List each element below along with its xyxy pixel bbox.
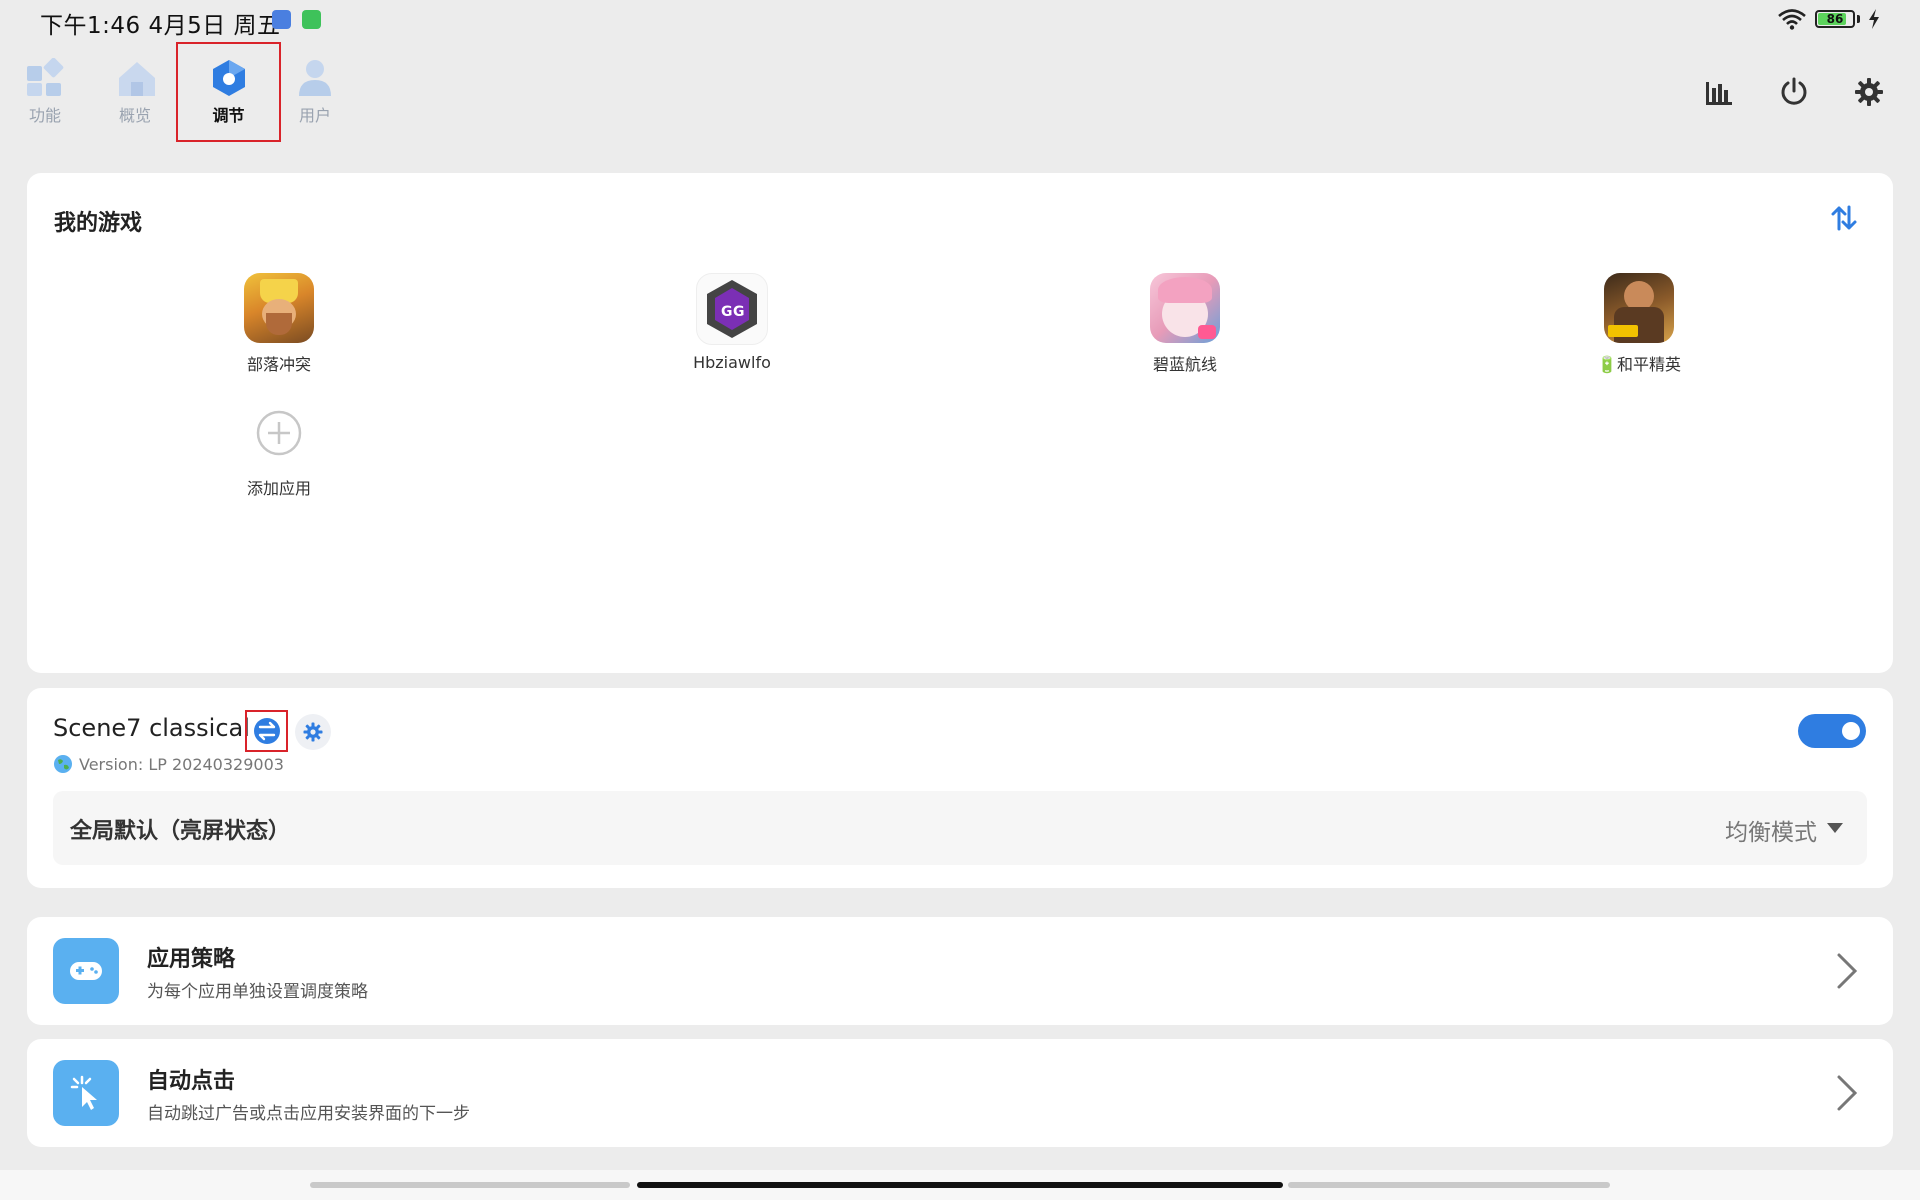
game-item[interactable]: G G Hbziawlfo (632, 273, 832, 372)
add-circle-icon (256, 410, 302, 456)
switch-config-button[interactable] (245, 710, 288, 752)
game-label: 碧蓝航线 (1152, 355, 1217, 374)
globe-icon (54, 755, 72, 773)
game-item[interactable]: 🔋和平精英 (1539, 273, 1739, 375)
bolt-icon (1869, 9, 1879, 29)
bar-chart-icon (1706, 82, 1732, 105)
caret-down-icon (1827, 823, 1843, 833)
game-item[interactable]: 部落冲突 (179, 273, 379, 375)
tap-icon (53, 1060, 119, 1126)
scroll-indicator (310, 1182, 630, 1188)
add-app-label: 添加应用 (246, 479, 311, 498)
wifi-icon (1778, 9, 1806, 30)
tab-label: 调节 (212, 106, 245, 125)
tab-tuning[interactable]: 调节 (176, 42, 281, 142)
tab-label: 用户 (298, 106, 331, 125)
mode-label: 全局默认（亮屏状态） (70, 819, 291, 844)
status-indicators: 86 (1777, 8, 1880, 30)
scene-title: Scene7 classical (53, 714, 250, 742)
game-icon-azurlane (1150, 273, 1220, 343)
gear-icon (1855, 78, 1883, 106)
game-label: 🔋和平精英 (1597, 355, 1681, 374)
scene-settings-button[interactable] (295, 714, 331, 750)
scene-card: Scene7 classical Version: LP 20240329003… (27, 688, 1893, 888)
games-card: 我的游戏 部落冲突 G G Hbziawlfo 碧蓝航线 🔋和平精英 添加应用 (27, 173, 1893, 673)
sort-icon (1831, 205, 1857, 231)
tab-functions[interactable]: 功能 (0, 54, 90, 134)
tab-label: 概览 (118, 106, 151, 125)
chevron-right-icon (1837, 1075, 1858, 1111)
list-subtitle: 为每个应用单独设置调度策略 (147, 982, 368, 1002)
home-indicator[interactable] (637, 1182, 1283, 1188)
battery-indicator: 86 (1815, 10, 1855, 28)
svg-text:G: G (721, 304, 733, 320)
tab-overview[interactable]: 概览 (90, 54, 180, 134)
game-icon-coc (244, 273, 314, 343)
notification-icon (272, 10, 291, 29)
list-title: 应用策略 (147, 947, 236, 972)
list-subtitle: 自动跳过广告或点击应用安装界面的下一步 (147, 1104, 470, 1124)
tab-label: 功能 (28, 106, 61, 125)
scroll-indicator (1288, 1182, 1610, 1188)
game-label: Hbziawlfo (693, 353, 771, 372)
game-label: 部落冲突 (246, 355, 311, 374)
sort-button[interactable] (1829, 203, 1859, 233)
scene-toggle[interactable] (1798, 714, 1866, 748)
grid-icon (25, 57, 65, 98)
add-app-button[interactable]: 添加应用 (179, 409, 379, 499)
games-title: 我的游戏 (54, 211, 143, 236)
toggle-knob (1842, 722, 1860, 740)
power-icon (1781, 77, 1807, 105)
game-icon-gg: G G (696, 273, 768, 345)
settings-button[interactable] (1847, 70, 1891, 114)
version-text: Version: LP 20240329003 (79, 754, 284, 774)
user-icon (295, 58, 335, 98)
game-icon-pubg (1604, 273, 1674, 343)
home-icon (115, 58, 155, 98)
hexagon-icon (209, 58, 249, 98)
power-button[interactable] (1772, 70, 1816, 114)
swap-icon (253, 718, 280, 744)
notification-icon (302, 10, 321, 29)
gear-icon (303, 722, 323, 742)
stats-button[interactable] (1697, 70, 1741, 114)
chevron-right-icon (1837, 953, 1858, 989)
tab-user[interactable]: 用户 (270, 54, 360, 134)
game-item[interactable]: 碧蓝航线 (1085, 273, 1285, 375)
mode-value: 均衡模式 (1725, 820, 1817, 846)
list-title: 自动点击 (147, 1069, 236, 1094)
list-item-app-strategy[interactable]: 应用策略 为每个应用单独设置调度策略 (27, 917, 1893, 1025)
version-row: Version: LP 20240329003 (53, 754, 284, 774)
list-item-auto-click[interactable]: 自动点击 自动跳过广告或点击应用安装界面的下一步 (27, 1039, 1893, 1147)
mode-selector[interactable]: 全局默认（亮屏状态） 均衡模式 (53, 791, 1867, 865)
battery-level: 86 (1826, 12, 1844, 26)
status-time: 下午1:46 4月5日 周五 (40, 13, 281, 39)
gamepad-icon (53, 938, 119, 1004)
svg-text:G: G (733, 304, 745, 320)
